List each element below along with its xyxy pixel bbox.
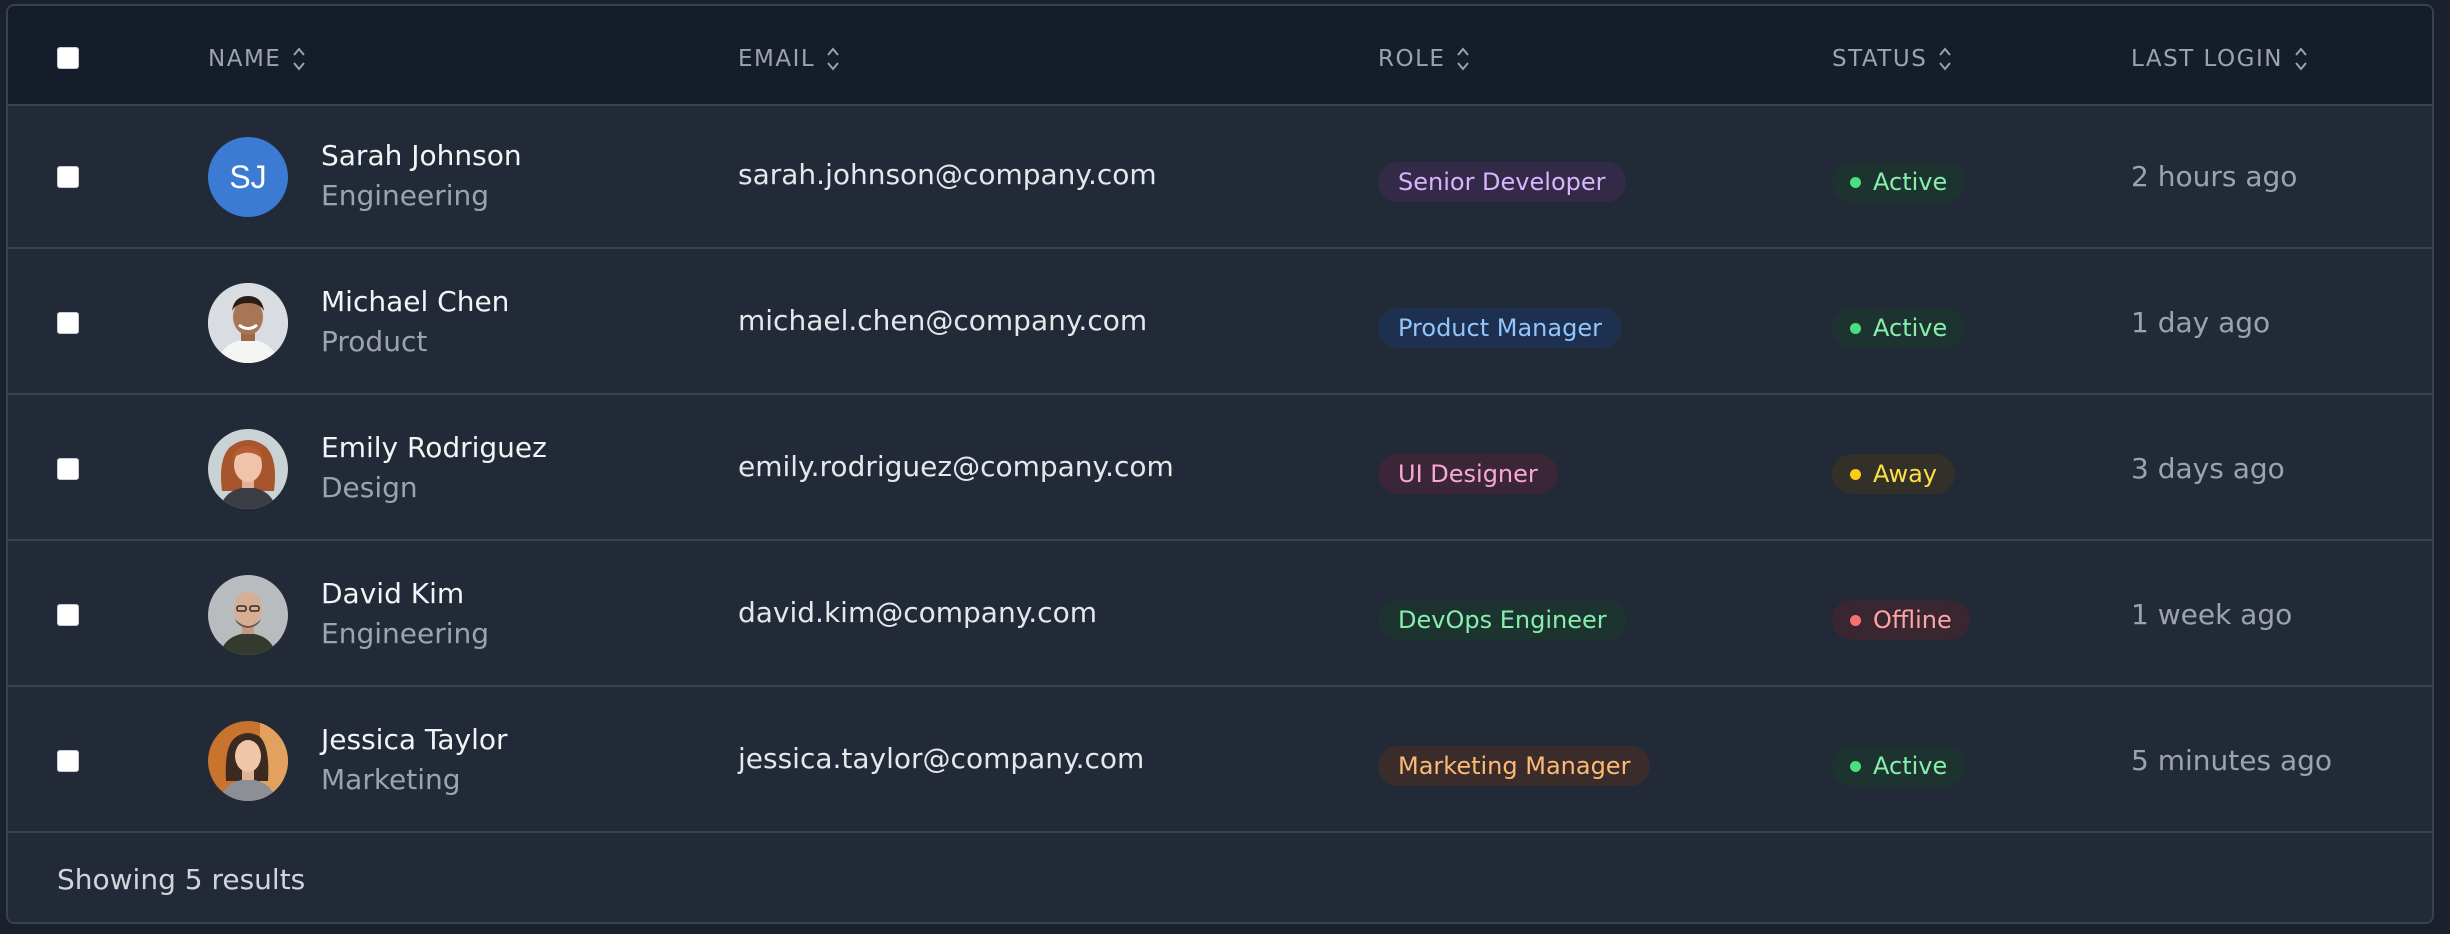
user-department: Product: [321, 325, 428, 358]
status-dot-icon: [1850, 468, 1861, 480]
status-badge: Active: [1832, 162, 1966, 202]
avatar: [208, 721, 288, 801]
table-footer: Showing 5 results: [8, 833, 2432, 922]
users-table: NAME EMAIL ROLE STATUS LAST LOGIN SJ Sar…: [6, 4, 2434, 924]
avatar: [208, 575, 288, 655]
user-email: david.kim@company.com: [738, 596, 1097, 629]
table-row[interactable]: Emily Rodriguez Design emily.rodriguez@c…: [8, 396, 2432, 541]
select-all-checkbox[interactable]: [57, 47, 79, 69]
sort-icon[interactable]: [825, 44, 841, 74]
table-header: NAME EMAIL ROLE STATUS LAST LOGIN: [8, 6, 2432, 106]
last-login: 2 hours ago: [2131, 160, 2298, 193]
column-header-status-label: STATUS: [1832, 46, 1928, 72]
table-row[interactable]: David Kim Engineering david.kim@company.…: [8, 542, 2432, 687]
column-header-last-login-label: LAST LOGIN: [2131, 46, 2283, 72]
last-login: 1 week ago: [2131, 598, 2293, 631]
status-badge: Active: [1832, 746, 1966, 786]
role-badge: DevOps Engineer: [1378, 600, 1627, 640]
status-label: Offline: [1873, 606, 1952, 634]
column-header-email-label: EMAIL: [738, 46, 816, 72]
row-checkbox[interactable]: [57, 750, 79, 772]
sort-icon[interactable]: [1937, 44, 1953, 74]
user-name: Sarah Johnson: [321, 139, 522, 172]
last-login: 5 minutes ago: [2131, 744, 2333, 777]
column-header-name[interactable]: NAME: [208, 42, 307, 76]
column-header-role[interactable]: ROLE: [1378, 42, 1471, 76]
user-name: Michael Chen: [321, 285, 510, 318]
avatar: SJ: [208, 137, 288, 217]
person-photo-icon: [208, 575, 288, 655]
status-label: Active: [1873, 752, 1948, 780]
results-count: Showing 5 results: [57, 863, 306, 896]
status-badge: Offline: [1832, 600, 1970, 640]
status-badge: Away: [1832, 454, 1955, 494]
status-dot-icon: [1850, 322, 1861, 334]
person-photo-icon: [208, 429, 288, 509]
row-checkbox[interactable]: [57, 604, 79, 626]
status-label: Active: [1873, 314, 1948, 342]
user-name: David Kim: [321, 577, 465, 610]
column-header-email[interactable]: EMAIL: [738, 42, 841, 76]
last-login: 1 day ago: [2131, 306, 2271, 339]
status-dot-icon: [1850, 176, 1861, 188]
user-name: Jessica Taylor: [321, 723, 508, 756]
sort-icon[interactable]: [291, 44, 307, 74]
status-label: Away: [1873, 460, 1937, 488]
sort-icon[interactable]: [2293, 44, 2309, 74]
table-row[interactable]: SJ Sarah Johnson Engineering sarah.johns…: [8, 104, 2432, 249]
role-badge: Marketing Manager: [1378, 746, 1651, 786]
role-badge: UI Designer: [1378, 454, 1558, 494]
row-checkbox[interactable]: [57, 312, 79, 334]
column-header-last-login[interactable]: LAST LOGIN: [2131, 42, 2309, 76]
last-login: 3 days ago: [2131, 452, 2285, 485]
user-email: sarah.johnson@company.com: [738, 158, 1157, 191]
column-header-status[interactable]: STATUS: [1832, 42, 1953, 76]
role-badge: Senior Developer: [1378, 162, 1626, 202]
table-row[interactable]: Jessica Taylor Marketing jessica.taylor@…: [8, 688, 2432, 833]
user-name: Emily Rodriguez: [321, 431, 547, 464]
avatar-initials: SJ: [229, 158, 267, 195]
table-row[interactable]: Michael Chen Product michael.chen@compan…: [8, 250, 2432, 395]
user-department: Engineering: [321, 179, 489, 212]
user-department: Engineering: [321, 617, 489, 650]
user-department: Marketing: [321, 763, 461, 796]
person-photo-icon: [208, 721, 288, 801]
sort-icon[interactable]: [1455, 44, 1471, 74]
avatar: [208, 429, 288, 509]
status-badge: Active: [1832, 308, 1966, 348]
person-photo-icon: [208, 283, 288, 363]
column-header-name-label: NAME: [208, 46, 282, 72]
user-email: emily.rodriguez@company.com: [738, 450, 1174, 483]
avatar: [208, 283, 288, 363]
column-header-role-label: ROLE: [1378, 46, 1446, 72]
role-badge: Product Manager: [1378, 308, 1622, 348]
status-dot-icon: [1850, 614, 1861, 626]
user-email: jessica.taylor@company.com: [738, 742, 1145, 775]
row-checkbox[interactable]: [57, 458, 79, 480]
status-dot-icon: [1850, 760, 1861, 772]
row-checkbox[interactable]: [57, 166, 79, 188]
user-department: Design: [321, 471, 418, 504]
user-email: michael.chen@company.com: [738, 304, 1148, 337]
status-label: Active: [1873, 168, 1948, 196]
